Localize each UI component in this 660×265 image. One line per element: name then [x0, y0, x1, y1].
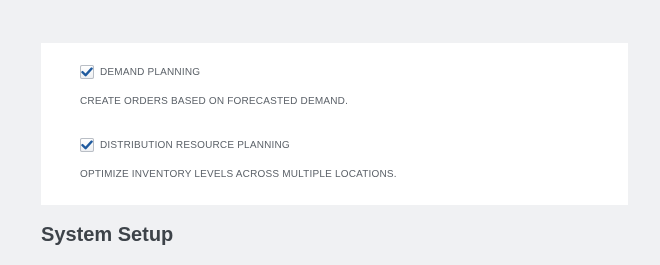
demand-planning-label: DEMAND PLANNING [100, 66, 201, 78]
distribution-resource-planning-label: DISTRIBUTION RESOURCE PLANNING [100, 139, 290, 151]
option-distribution-resource-planning[interactable]: DISTRIBUTION RESOURCE PLANNING [80, 138, 290, 152]
section-title: System Setup [41, 224, 174, 246]
distribution-resource-planning-checkbox[interactable] [80, 138, 94, 152]
demand-planning-description: CREATE ORDERS BASED ON FORECASTED DEMAND… [80, 96, 349, 107]
checkmark-icon [81, 67, 93, 77]
checkmark-icon [81, 140, 93, 150]
option-demand-planning[interactable]: DEMAND PLANNING [80, 65, 200, 79]
demand-planning-checkbox[interactable] [80, 65, 94, 79]
distribution-resource-planning-description: OPTIMIZE INVENTORY LEVELS ACROSS MULTIPL… [80, 169, 397, 180]
settings-card: DEMAND PLANNING CREATE ORDERS BASED ON F… [41, 43, 628, 205]
